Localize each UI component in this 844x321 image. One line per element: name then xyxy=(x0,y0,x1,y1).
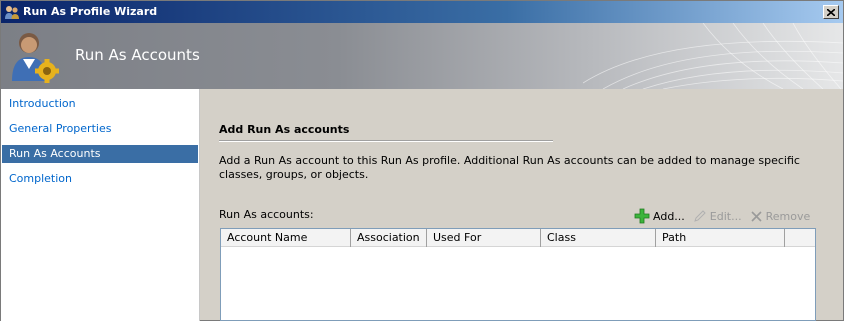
column-header-class[interactable]: Class xyxy=(541,229,656,247)
pencil-icon xyxy=(694,210,706,222)
grid-header: Account Name Association Used For Class … xyxy=(221,229,815,247)
column-header-association[interactable]: Association xyxy=(351,229,427,247)
accounts-list-label: Run As accounts: xyxy=(219,208,314,221)
remove-button-label: Remove xyxy=(765,209,811,223)
wizard-steps-nav: Introduction General Properties Run As A… xyxy=(1,89,200,321)
accounts-toolbar: Add... Edit... Remove xyxy=(626,207,810,225)
window-title: Run As Profile Wizard xyxy=(23,5,158,18)
title-bar: Run As Profile Wizard xyxy=(1,1,843,23)
banner-decoration xyxy=(583,23,843,89)
add-button-label: Add... xyxy=(653,209,685,223)
column-header-account-name[interactable]: Account Name xyxy=(221,229,351,247)
header-banner: Run As Accounts xyxy=(1,23,843,89)
remove-button[interactable]: Remove xyxy=(750,209,811,223)
nav-item-run-as-accounts[interactable]: Run As Accounts xyxy=(2,145,198,163)
wizard-window: Run As Profile Wizard Run As Accounts In… xyxy=(0,0,844,321)
accounts-grid[interactable]: Account Name Association Used For Class … xyxy=(220,228,816,321)
section-heading: Add Run As accounts xyxy=(219,123,350,136)
column-header-used-for[interactable]: Used For xyxy=(427,229,541,247)
heading-divider xyxy=(219,140,553,142)
add-button[interactable]: Add... xyxy=(634,208,685,224)
edit-button[interactable]: Edit... xyxy=(693,209,742,223)
section-description: Add a Run As account to this Run As prof… xyxy=(219,154,800,181)
page-title: Run As Accounts xyxy=(75,46,200,64)
edit-button-label: Edit... xyxy=(709,209,742,223)
plus-icon xyxy=(634,208,650,224)
column-header-path[interactable]: Path xyxy=(656,229,785,247)
users-icon xyxy=(5,6,19,19)
nav-item-completion[interactable]: Completion xyxy=(2,170,198,188)
nav-item-general-properties[interactable]: General Properties xyxy=(2,120,198,138)
main-content: Add Run As accounts Add a Run As account… xyxy=(200,89,843,321)
nav-item-introduction[interactable]: Introduction xyxy=(2,95,198,113)
x-icon xyxy=(751,210,762,222)
user-gear-icon xyxy=(12,33,59,83)
close-icon xyxy=(827,8,835,16)
close-button[interactable] xyxy=(823,5,839,19)
